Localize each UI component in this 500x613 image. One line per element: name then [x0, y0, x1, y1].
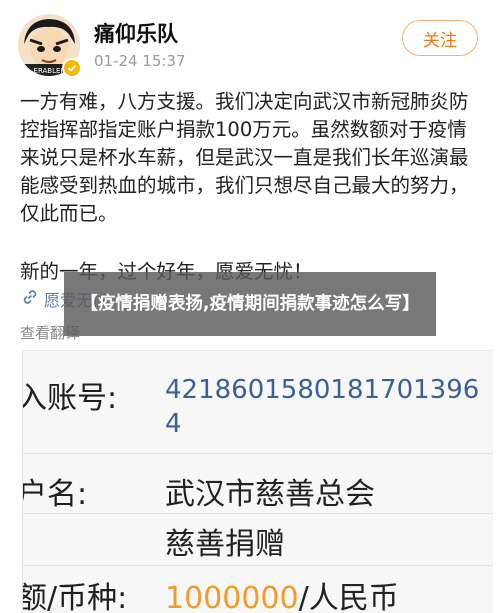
- username[interactable]: 痛仰乐队: [94, 18, 178, 48]
- receipt-name-value: 武汉市慈善总会: [165, 477, 375, 512]
- receipt-divider: [23, 565, 493, 566]
- receipt-account-value-line2: 4: [165, 409, 182, 439]
- receipt-amount-value: 1000000/人民币: [165, 573, 399, 613]
- post-body-line: 控指挥部指定账户捐款100万元。虽然数额对于疫情: [20, 118, 467, 141]
- receipt-divider: [23, 453, 493, 454]
- receipt-account-label: 入账号:: [22, 381, 118, 416]
- receipt-name-row: 户名: 武汉市慈善总会: [23, 469, 493, 512]
- post-body-line: 来说只是杯水车薪，但是武汉一直是我们长年巡演最: [20, 146, 469, 169]
- receipt-account-value-line1: 4218601580181701396: [165, 375, 480, 405]
- receipt-name-label: 户名:: [22, 477, 88, 512]
- receipt-amount-number: 1000000: [165, 581, 299, 613]
- receipt-image: 入账号: 4218601580181701396 4 户名: 武汉市慈善总会 慈…: [22, 350, 493, 613]
- article-title-overlay[interactable]: 【疫情捐赠表扬,疫情期间捐款事迹怎么写】: [64, 272, 436, 336]
- receipt-amount-label: 额/币种:: [22, 581, 128, 613]
- receipt-account-value: 4218601580181701396 4: [165, 375, 479, 439]
- receipt-currency: /人民币: [298, 581, 399, 613]
- link-icon: [22, 289, 38, 309]
- receipt-amount-row: 额/币种: 1000000/人民币: [23, 573, 493, 613]
- receipt-account-row: 入账号: 4218601580181701396 4: [23, 373, 493, 463]
- post-body: 一方有难，八方支援。我们决定向武汉市新冠肺炎防 控指挥部指定账户捐款100万元。…: [20, 88, 482, 228]
- post-timestamp: 01-24 15:37: [94, 52, 186, 70]
- post-header: ERABLEF 痛仰乐队 01-24 15:37 关注: [0, 0, 500, 88]
- receipt-purpose-value: 慈善捐赠: [165, 527, 285, 562]
- receipt-divider: [23, 513, 493, 514]
- post-body-line: 仅此而已。: [20, 202, 118, 225]
- follow-button[interactable]: 关注: [402, 20, 478, 56]
- verified-badge-icon: [62, 58, 82, 78]
- avatar-caption: ERABLEF: [34, 67, 65, 75]
- article-title: 【疫情捐赠表扬,疫情期间捐款事迹怎么写】: [80, 294, 420, 314]
- receipt-purpose-label-cut: [22, 521, 23, 551]
- post-body-line: 一方有难，八方支援。我们决定向武汉市新冠肺炎防: [20, 90, 469, 113]
- receipt-purpose-row: 慈善捐赠: [22, 519, 493, 562]
- post-body-line: 能感受到热血的城市，我们只想尽自己最大的努力，: [20, 174, 469, 197]
